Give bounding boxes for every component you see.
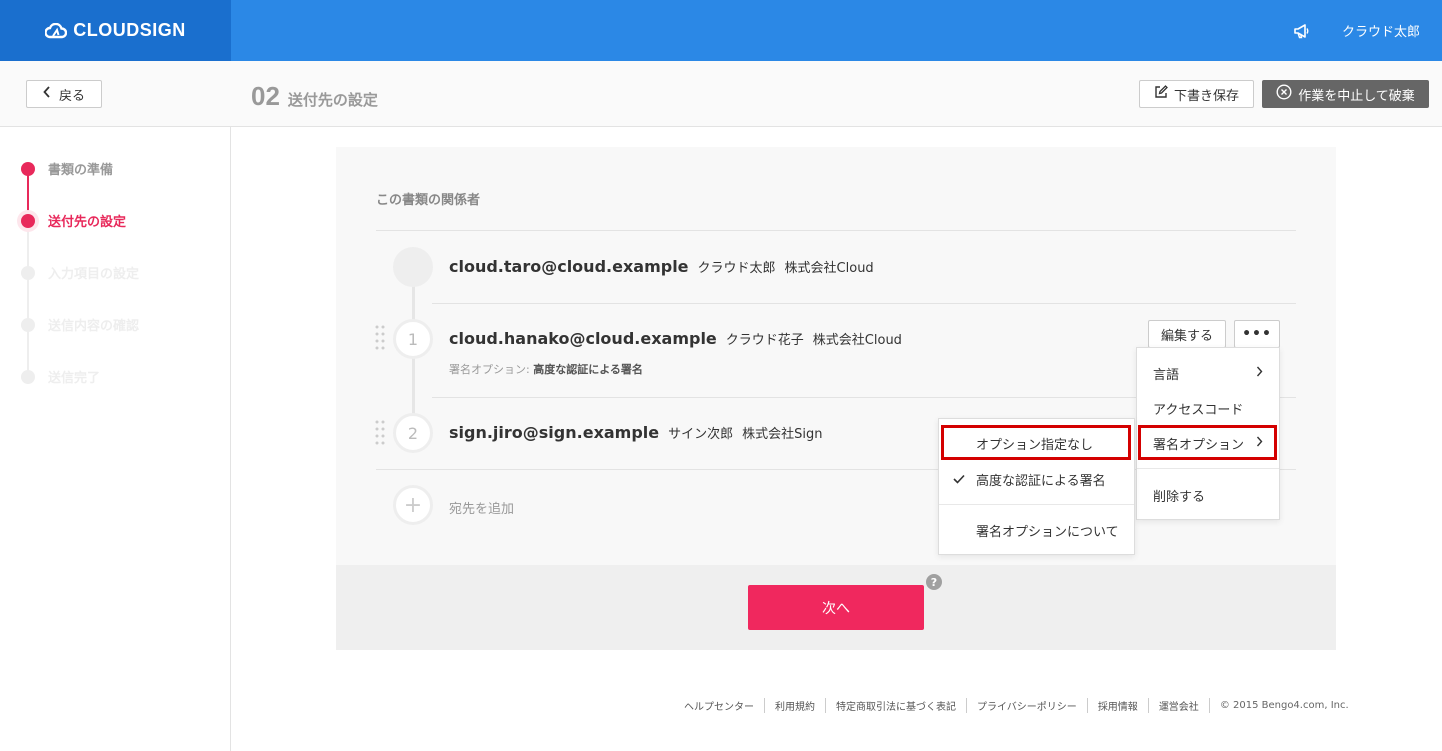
chevron-right-icon: [1256, 366, 1263, 380]
header-actions: クラウド太郎: [1292, 0, 1420, 61]
submenu-item-about[interactable]: 署名オプションについて: [939, 513, 1134, 547]
menu-divider: [1137, 468, 1279, 469]
sidebar-step-fields: 入力項目の設定: [21, 263, 139, 282]
menu-item-language[interactable]: 言語: [1137, 356, 1279, 390]
back-button-label: 戻る: [58, 88, 85, 104]
sidebar-step-label: 送信内容の確認: [48, 319, 140, 334]
signature-option-label: 署名オプション:: [449, 363, 530, 376]
submenu-item-advanced-auth[interactable]: 高度な認証による署名: [939, 462, 1134, 496]
save-draft-label: 下書き保存: [1173, 88, 1239, 104]
user-name[interactable]: クラウド太郎: [1342, 21, 1420, 40]
step-dot: [21, 265, 35, 280]
footer-link-privacy[interactable]: プライバシーポリシー: [967, 698, 1088, 713]
menu-divider: [939, 504, 1134, 505]
close-circle-icon: [1276, 84, 1292, 104]
step-title: 送付先の設定: [287, 91, 378, 109]
submenu-item-label: 高度な認証による署名: [976, 473, 1106, 489]
signature-option-value: 高度な認証による署名: [533, 363, 643, 376]
sender-avatar: [393, 247, 433, 287]
sender-row: cloud.taro@cloud.example クラウド太郎 株式会社Clou…: [449, 257, 874, 276]
back-button[interactable]: 戻る: [26, 80, 102, 108]
progress-line-todo: [27, 219, 29, 375]
recipient-email: sign.jiro@sign.example: [449, 423, 660, 442]
menu-item-delete[interactable]: 削除する: [1137, 478, 1279, 512]
divider: [432, 303, 1296, 304]
sidebar-step-label: 入力項目の設定: [48, 267, 140, 282]
drag-handle-icon[interactable]: [375, 420, 385, 446]
more-options-button[interactable]: •••: [1234, 320, 1280, 348]
highlight-box: [941, 425, 1131, 460]
chevron-left-icon: [43, 86, 51, 102]
menu-item-label: 言語: [1153, 367, 1180, 383]
step-dot: [21, 161, 35, 176]
sidebar-step-prepare[interactable]: 書類の準備: [21, 159, 113, 178]
discard-label: 作業を中止して破棄: [1298, 88, 1415, 104]
menu-item-label: 削除する: [1153, 489, 1206, 505]
menu-item-label: アクセスコード: [1153, 402, 1244, 418]
footer-link-terms[interactable]: 利用規約: [765, 698, 826, 713]
help-icon[interactable]: ?: [926, 574, 942, 590]
footer-link-company[interactable]: 運営会社: [1149, 698, 1210, 713]
sidebar-step-complete: 送信完了: [21, 367, 100, 386]
edit-icon: [1154, 85, 1168, 103]
recipient-name: クラウド花子: [725, 333, 804, 348]
recipient-email: cloud.hanako@cloud.example: [449, 329, 717, 348]
recipient-order-badge: 2: [393, 413, 433, 453]
megaphone-icon[interactable]: [1292, 21, 1312, 41]
logo-area[interactable]: CLOUDSIGN: [0, 0, 231, 61]
sender-email: cloud.taro@cloud.example: [449, 257, 689, 276]
sender-company: 株式会社Cloud: [784, 261, 874, 276]
step-dot: [21, 213, 35, 228]
divider: [376, 230, 1296, 231]
step-sidebar: 書類の準備 送付先の設定 入力項目の設定 送信内容の確認 送信完了: [0, 127, 231, 751]
edit-recipient-button[interactable]: 編集する: [1148, 320, 1226, 348]
page-title: 02 送付先の設定: [251, 81, 378, 112]
cloud-logo-icon: [45, 22, 68, 38]
recipient-company: 株式会社Sign: [742, 427, 823, 442]
menu-item-access-code[interactable]: アクセスコード: [1137, 391, 1279, 425]
submenu-item-label: 署名オプションについて: [976, 524, 1119, 540]
sidebar-step-confirm: 送信内容の確認: [21, 315, 139, 334]
sub-header: 戻る 02 送付先の設定 下書き保存 作業を中止して破棄: [0, 61, 1442, 127]
top-header: CLOUDSIGN クラウド太郎: [0, 0, 1442, 61]
cloudsign-logo[interactable]: CLOUDSIGN: [45, 20, 186, 41]
sidebar-step-label: 送付先の設定: [48, 215, 127, 230]
copyright: © 2015 Bengo4.com, Inc.: [1219, 700, 1349, 711]
recipient-order-badge: 1: [393, 319, 433, 359]
sidebar-step-label: 送信完了: [48, 371, 101, 386]
sender-name: クラウド太郎: [697, 261, 776, 276]
checkmark-icon: [953, 473, 965, 488]
next-button[interactable]: 次へ: [748, 585, 924, 630]
signature-option-info: 署名オプション: 高度な認証による署名: [449, 361, 643, 377]
footer-link-careers[interactable]: 採用情報: [1088, 698, 1149, 713]
recipient-row: sign.jiro@sign.example サイン次郎 株式会社Sign: [449, 423, 823, 442]
footer-link-commerce-law[interactable]: 特定商取引法に基づく表記: [826, 698, 967, 713]
logo-text: CLOUDSIGN: [73, 20, 186, 40]
step-number: 02: [251, 81, 280, 111]
recipient-company: 株式会社Cloud: [812, 333, 902, 348]
add-recipient-link[interactable]: 宛先を追加: [449, 498, 514, 517]
section-title: この書類の関係者: [376, 193, 481, 208]
sidebar-step-recipients[interactable]: 送付先の設定: [21, 211, 126, 230]
recipient-row: cloud.hanako@cloud.example クラウド花子 株式会社Cl…: [449, 329, 902, 348]
footer-link-help[interactable]: ヘルプセンター: [684, 698, 765, 713]
discard-button[interactable]: 作業を中止して破棄: [1262, 80, 1429, 108]
recipient-name: サイン次郎: [668, 427, 734, 442]
panel-footer: 次へ ?: [336, 565, 1336, 650]
step-dot: [21, 369, 35, 384]
step-dot: [21, 317, 35, 332]
highlight-box: [1138, 425, 1277, 460]
add-recipient-icon[interactable]: +: [393, 485, 433, 525]
drag-handle-icon[interactable]: [375, 325, 385, 351]
sidebar-step-label: 書類の準備: [48, 163, 114, 178]
page-footer: ヘルプセンター 利用規約 特定商取引法に基づく表記 プライバシーポリシー 採用情…: [684, 698, 1349, 713]
save-draft-button[interactable]: 下書き保存: [1139, 80, 1254, 108]
